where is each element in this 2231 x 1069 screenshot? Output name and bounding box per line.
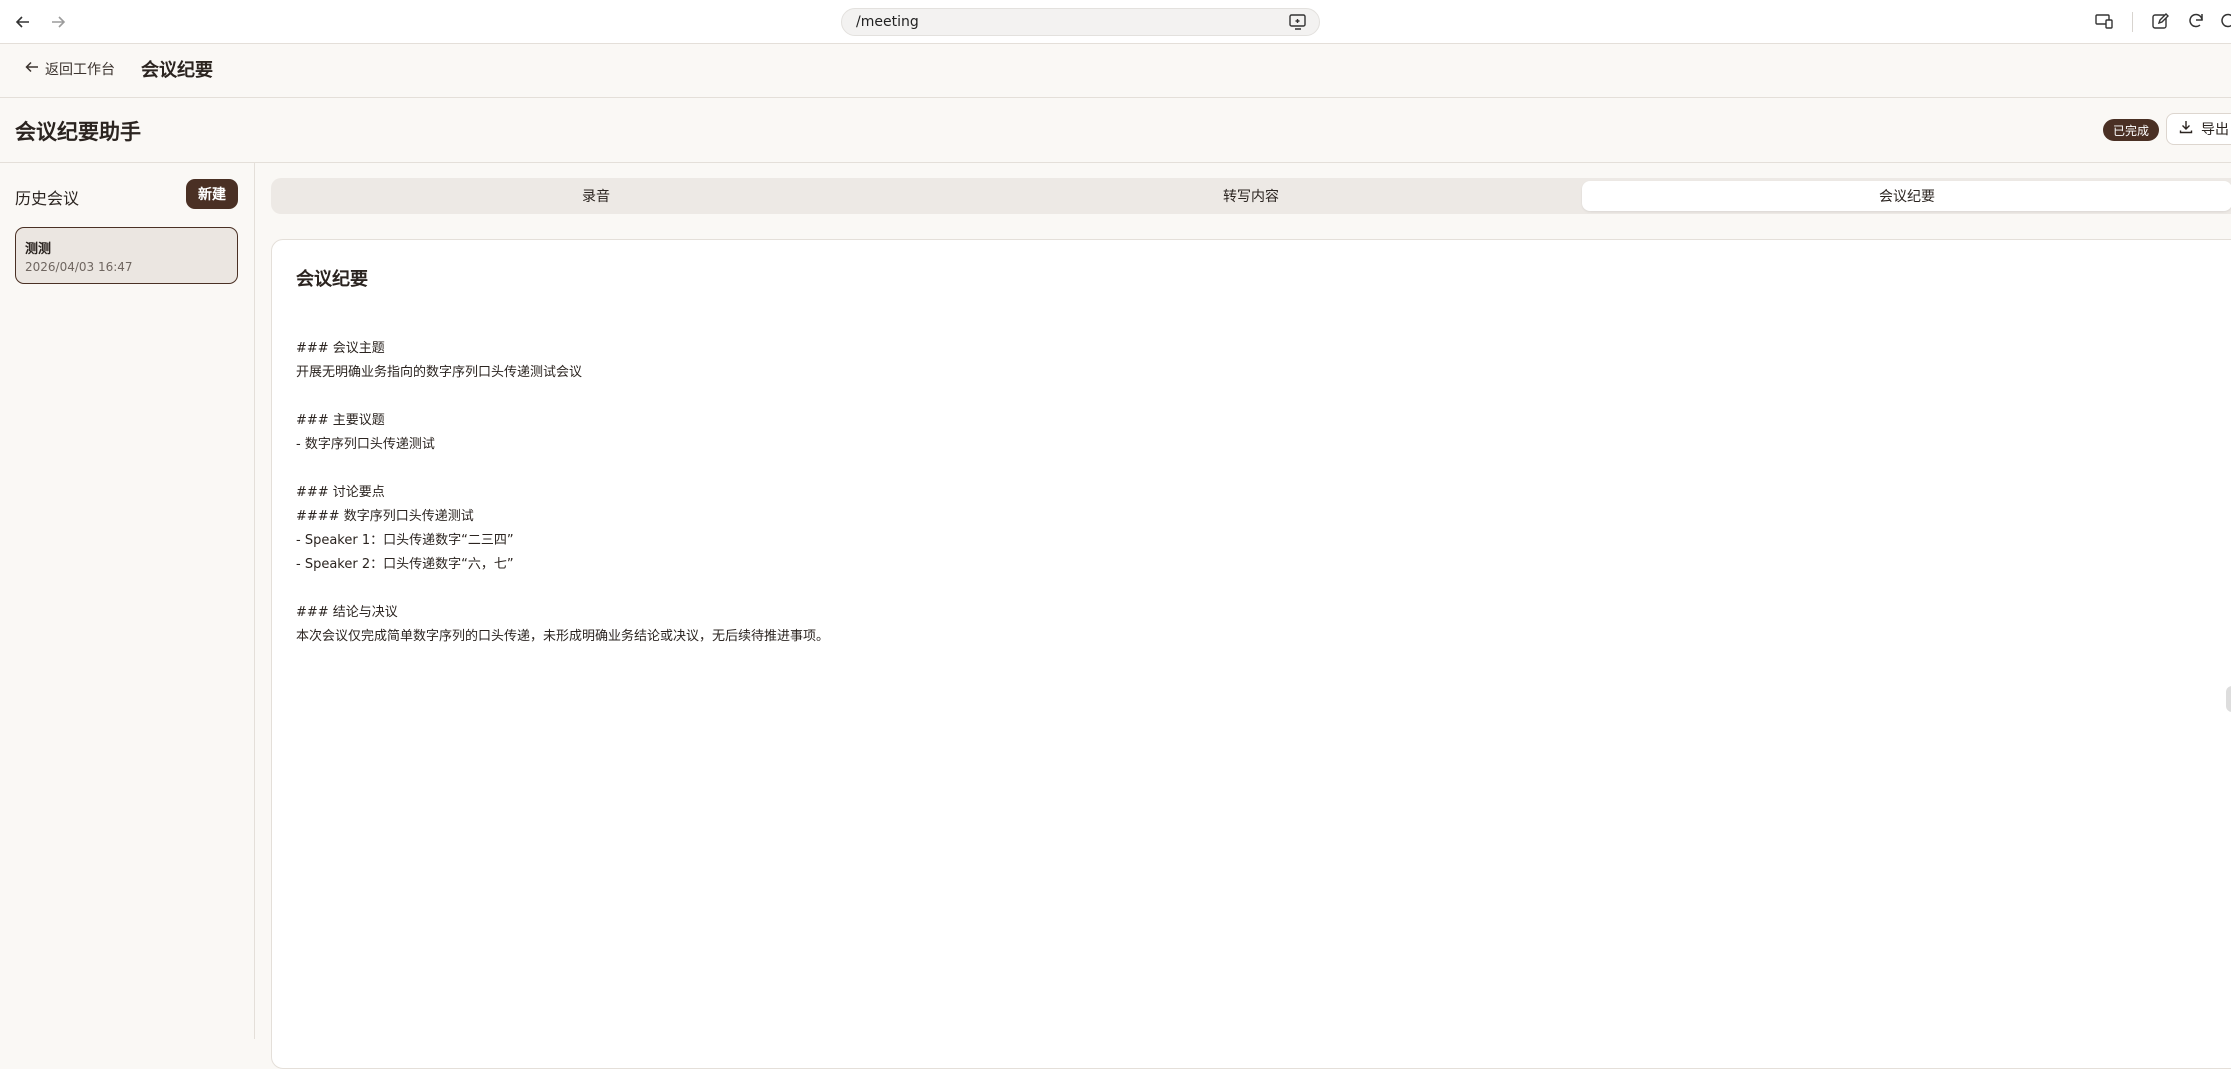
minutes-line: ### 结论与决议: [296, 605, 398, 620]
app-title: 会议纪要: [141, 60, 213, 81]
back-link-label: 返回工作台: [45, 62, 115, 78]
arrow-left-icon: [25, 60, 39, 78]
page-title-bar: 会议纪要助手 已完成 导出: [0, 98, 2231, 163]
minutes-body: ### 会议主题 开展无明确业务指向的数字序列口头传递测试会议 ### 主要议题…: [296, 337, 829, 649]
reload-icon[interactable]: [2218, 11, 2231, 33]
history-sidebar: 历史会议 新建 测测 2026/04/03 16:47: [0, 163, 255, 1039]
minutes-line: - Speaker 2：口头传递数字“六，七”: [296, 557, 514, 572]
forward-arrow-icon[interactable]: [44, 8, 72, 36]
device-icon[interactable]: [2094, 11, 2116, 33]
minutes-line: ### 主要议题: [296, 413, 385, 428]
tab-recording[interactable]: 录音: [271, 181, 921, 211]
download-icon: [2179, 120, 2193, 138]
new-meeting-button[interactable]: 新建: [186, 179, 238, 209]
minutes-line: 本次会议仅完成简单数字序列的口头传递，未形成明确业务结论或决议，无后续待推进事项…: [296, 629, 830, 644]
back-arrow-icon[interactable]: [9, 8, 37, 36]
app-header: 返回工作台 会议纪要: [0, 44, 2231, 98]
scroll-handle[interactable]: [2226, 686, 2231, 712]
tab-bar: 录音 转写内容 会议纪要: [271, 178, 2231, 214]
minutes-line: [296, 577, 829, 601]
tab-minutes[interactable]: 会议纪要: [1582, 181, 2231, 211]
minutes-line: 开展无明确业务指向的数字序列口头传递测试会议: [296, 365, 583, 380]
minutes-line: [296, 457, 829, 481]
minutes-line: ### 讨论要点: [296, 485, 385, 500]
cast-icon[interactable]: [1289, 14, 1307, 34]
export-button[interactable]: 导出: [2166, 113, 2231, 145]
export-label: 导出: [2201, 122, 2229, 138]
toolbar-divider: [2132, 12, 2133, 32]
meeting-name: 测测: [25, 242, 52, 257]
page-title: 会议纪要助手: [15, 120, 141, 144]
edit-icon[interactable]: [2150, 11, 2172, 33]
status-badge: 已完成: [2103, 119, 2160, 141]
minutes-card: 会议纪要 ### 会议主题 开展无明确业务指向的数字序列口头传递测试会议 ###…: [271, 239, 2231, 1069]
minutes-line: #### 数字序列口头传递测试: [296, 509, 474, 524]
history-heading: 历史会议: [15, 189, 80, 208]
minutes-line: - 数字序列口头传递测试: [296, 437, 435, 452]
minutes-line: - Speaker 1：口头传递数字“二三四”: [296, 533, 514, 548]
browser-toolbar: /meeting: [0, 0, 2231, 44]
url-text: /meeting: [856, 14, 919, 30]
minutes-title: 会议纪要: [296, 269, 368, 290]
meeting-list-item[interactable]: 测测 2026/04/03 16:47: [15, 227, 238, 284]
meeting-time: 2026/04/03 16:47: [25, 260, 133, 274]
tab-transcript[interactable]: 转写内容: [926, 181, 1576, 211]
minutes-line: [296, 385, 829, 409]
back-to-workbench-link[interactable]: 返回工作台: [25, 59, 115, 79]
refresh-icon[interactable]: [2186, 11, 2208, 33]
minutes-line: ### 会议主题: [296, 341, 385, 356]
address-bar[interactable]: /meeting: [841, 8, 1320, 36]
